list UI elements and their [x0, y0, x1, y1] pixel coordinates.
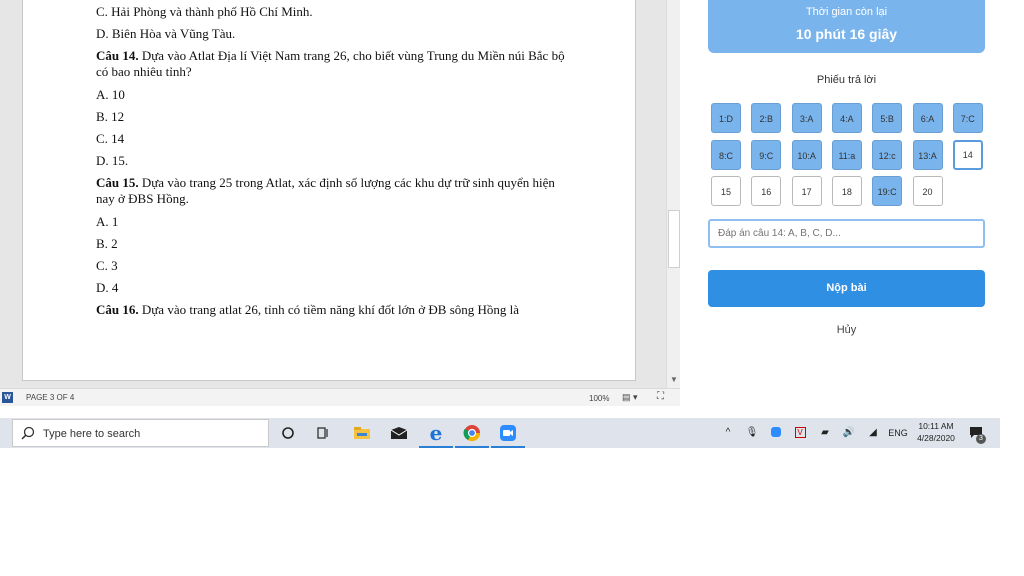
answer-button-8[interactable]: 8:C [711, 139, 741, 170]
search-placeholder: Type here to search [43, 428, 141, 440]
timer-value: 10 phút 16 giây [795, 26, 898, 42]
windows-taskbar: Type here to search e ^ 🎙 V ▰ 🔊 ◢ ENG 10… [0, 418, 1000, 448]
option-line: D. 4 [96, 280, 119, 295]
word-document-window: C. Hải Phòng và thành phố Hồ Chí Minh. D… [0, 0, 680, 406]
answer-sheet-title: Phiếu trả lời [816, 74, 877, 86]
submit-button[interactable]: Nộp bài [708, 270, 985, 307]
question-16: Câu 16. Dựa vào trang atlat 26, tỉnh có … [96, 302, 576, 318]
timer-label: Thời gian còn lại [805, 6, 888, 18]
answer-input[interactable] [708, 219, 985, 248]
fit-page-icon[interactable]: ⛶ [657, 391, 664, 402]
answer-button-2[interactable]: 2:B [751, 103, 782, 133]
option-line: C. 14 [96, 131, 125, 146]
edge-icon[interactable]: e [419, 418, 453, 448]
answer-button-7[interactable]: 7:C [952, 103, 983, 133]
scrollbar-thumb[interactable] [668, 210, 680, 268]
answer-button-3[interactable]: 3:A [791, 103, 822, 133]
answer-button-19[interactable]: 19:C [872, 176, 903, 206]
answer-button-14[interactable]: 14 [952, 139, 983, 170]
question-text: Dựa vào trang 25 trong Atlat, xác định s… [96, 175, 555, 206]
question-label: Câu 14. [96, 48, 139, 63]
option-line: C. 3 [96, 258, 118, 273]
timer-box: Thời gian còn lại 10 phút 16 giây [708, 0, 985, 53]
document-page: C. Hải Phòng và thành phố Hồ Chí Minh. D… [22, 0, 636, 381]
answer-button-5[interactable]: 5:B [872, 103, 903, 133]
wifi-icon[interactable]: ◢ [864, 418, 882, 448]
option-line: B. 2 [96, 236, 118, 251]
notification-badge: 3 [976, 434, 986, 444]
question-label: Câu 16. [96, 302, 139, 317]
answer-button-1[interactable]: 1:D [711, 103, 741, 133]
answer-button-12[interactable]: 12:c [872, 139, 903, 170]
option-line: B. 12 [96, 109, 125, 124]
vertical-scrollbar[interactable]: ▼ [666, 0, 680, 388]
zoom-tray-icon[interactable] [768, 418, 784, 448]
zoom-level[interactable]: 100% [589, 394, 609, 403]
answer-button-9[interactable]: 9:C [751, 139, 782, 170]
answer-button-17[interactable]: 17 [791, 176, 822, 206]
language-indicator[interactable]: ENG [886, 418, 910, 448]
battery-icon[interactable]: ▰ [816, 418, 834, 448]
zoom-icon[interactable] [491, 418, 525, 448]
answer-button-10[interactable]: 10:A [791, 139, 822, 170]
question-14: Câu 14. Dựa vào Atlat Địa lí Việt Nam tr… [96, 48, 576, 80]
microphone-icon[interactable]: 🎙 [744, 418, 760, 448]
mail-icon[interactable] [382, 418, 416, 448]
cancel-link[interactable]: Hủy [708, 324, 985, 336]
option-line: D. 15. [96, 153, 129, 168]
file-explorer-icon[interactable] [345, 418, 379, 448]
answer-button-13[interactable]: 13:A [912, 139, 943, 170]
question-label: Câu 15. [96, 175, 139, 190]
question-text: Dựa vào Atlat Địa lí Việt Nam trang 26, … [96, 48, 565, 79]
taskbar-search-box[interactable]: Type here to search [12, 419, 269, 447]
answer-button-18[interactable]: 18 [831, 176, 862, 206]
answer-button-20[interactable]: 20 [912, 176, 943, 206]
screen: C. Hải Phòng và thành phố Hồ Chí Minh. D… [0, 0, 1024, 576]
chrome-icon[interactable] [455, 418, 489, 448]
notification-icon[interactable]: 3 [966, 418, 988, 448]
doc-line: C. Hải Phòng và thành phố Hồ Chí Minh. [96, 4, 313, 19]
doc-line: D. Biên Hòa và Vũng Tàu. [96, 26, 236, 41]
cortana-icon[interactable] [271, 418, 305, 448]
answer-button-6[interactable]: 6:A [912, 103, 943, 133]
answer-button-16[interactable]: 16 [751, 176, 782, 206]
volume-icon[interactable]: 🔊 [840, 418, 858, 448]
word-status-bar: W PAGE 3 OF 4 100% ▤ ▾ ⛶ [0, 388, 680, 406]
clock[interactable]: 10:11 AM 4/28/2020 [910, 420, 962, 444]
quiz-panel: Thời gian còn lại 10 phút 16 giây Phiếu … [690, 0, 1000, 418]
task-view-icon[interactable] [306, 418, 340, 448]
answer-button-15[interactable]: 15 [711, 176, 741, 206]
option-line: A. 10 [96, 87, 125, 102]
option-line: A. 1 [96, 214, 119, 229]
scroll-down-arrow-icon[interactable]: ▼ [668, 374, 680, 386]
chevron-up-icon[interactable]: ^ [720, 418, 736, 448]
antivirus-icon[interactable]: V [792, 418, 808, 448]
layout-view-icon[interactable]: ▤ ▾ [622, 392, 638, 403]
answer-button-4[interactable]: 4:A [831, 103, 862, 133]
search-icon [21, 426, 35, 440]
page-indicator[interactable]: PAGE 3 OF 4 [26, 393, 74, 402]
clock-date: 4/28/2020 [917, 433, 955, 443]
answer-button-11[interactable]: 11:a [831, 139, 862, 170]
question-15: Câu 15. Dựa vào trang 25 trong Atlat, xá… [96, 175, 576, 207]
question-text: Dựa vào trang atlat 26, tỉnh có tiềm năn… [138, 302, 520, 317]
clock-time: 10:11 AM [918, 421, 954, 431]
word-logo-icon: W [2, 392, 13, 403]
